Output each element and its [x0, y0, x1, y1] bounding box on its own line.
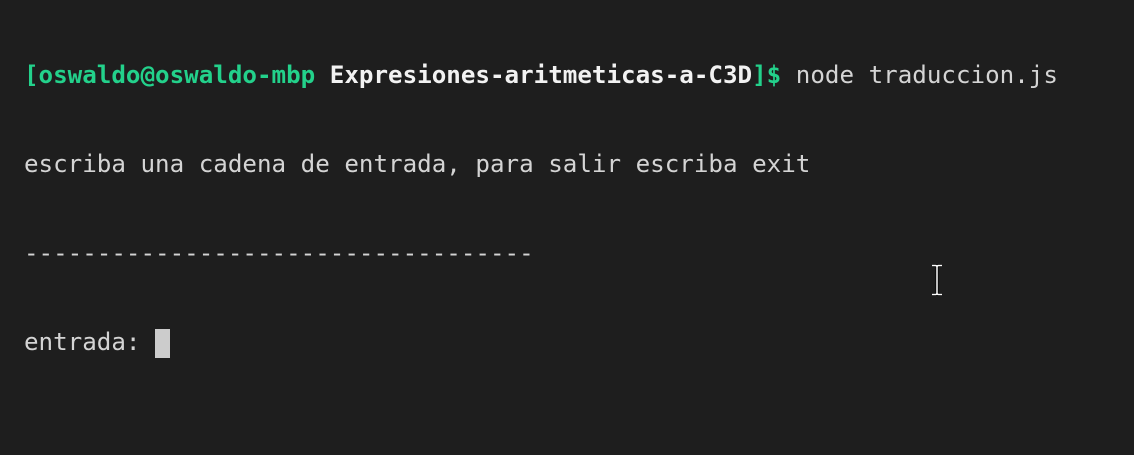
- prompt-directory: Expresiones-aritmeticas-a-C3D: [315, 61, 753, 90]
- input-line[interactable]: entrada:: [24, 328, 1058, 358]
- prompt-user-host: [oswaldo@oswaldo-mbp: [24, 61, 316, 90]
- separator-line: -----------------------------------: [24, 238, 534, 267]
- text-cursor: [155, 328, 171, 358]
- prompt-symbol: ]$: [752, 61, 782, 90]
- input-label: entrada:: [24, 327, 156, 356]
- command-text: node traduccion.js: [781, 61, 1058, 90]
- output-line: escriba una cadena de entrada, para sali…: [24, 149, 811, 178]
- terminal[interactable]: [oswaldo@oswaldo-mbp Expresiones-aritmet…: [24, 2, 1058, 387]
- ibeam-cursor-icon: [932, 264, 942, 296]
- prompt-line: [oswaldo@oswaldo-mbp Expresiones-aritmet…: [24, 61, 1058, 91]
